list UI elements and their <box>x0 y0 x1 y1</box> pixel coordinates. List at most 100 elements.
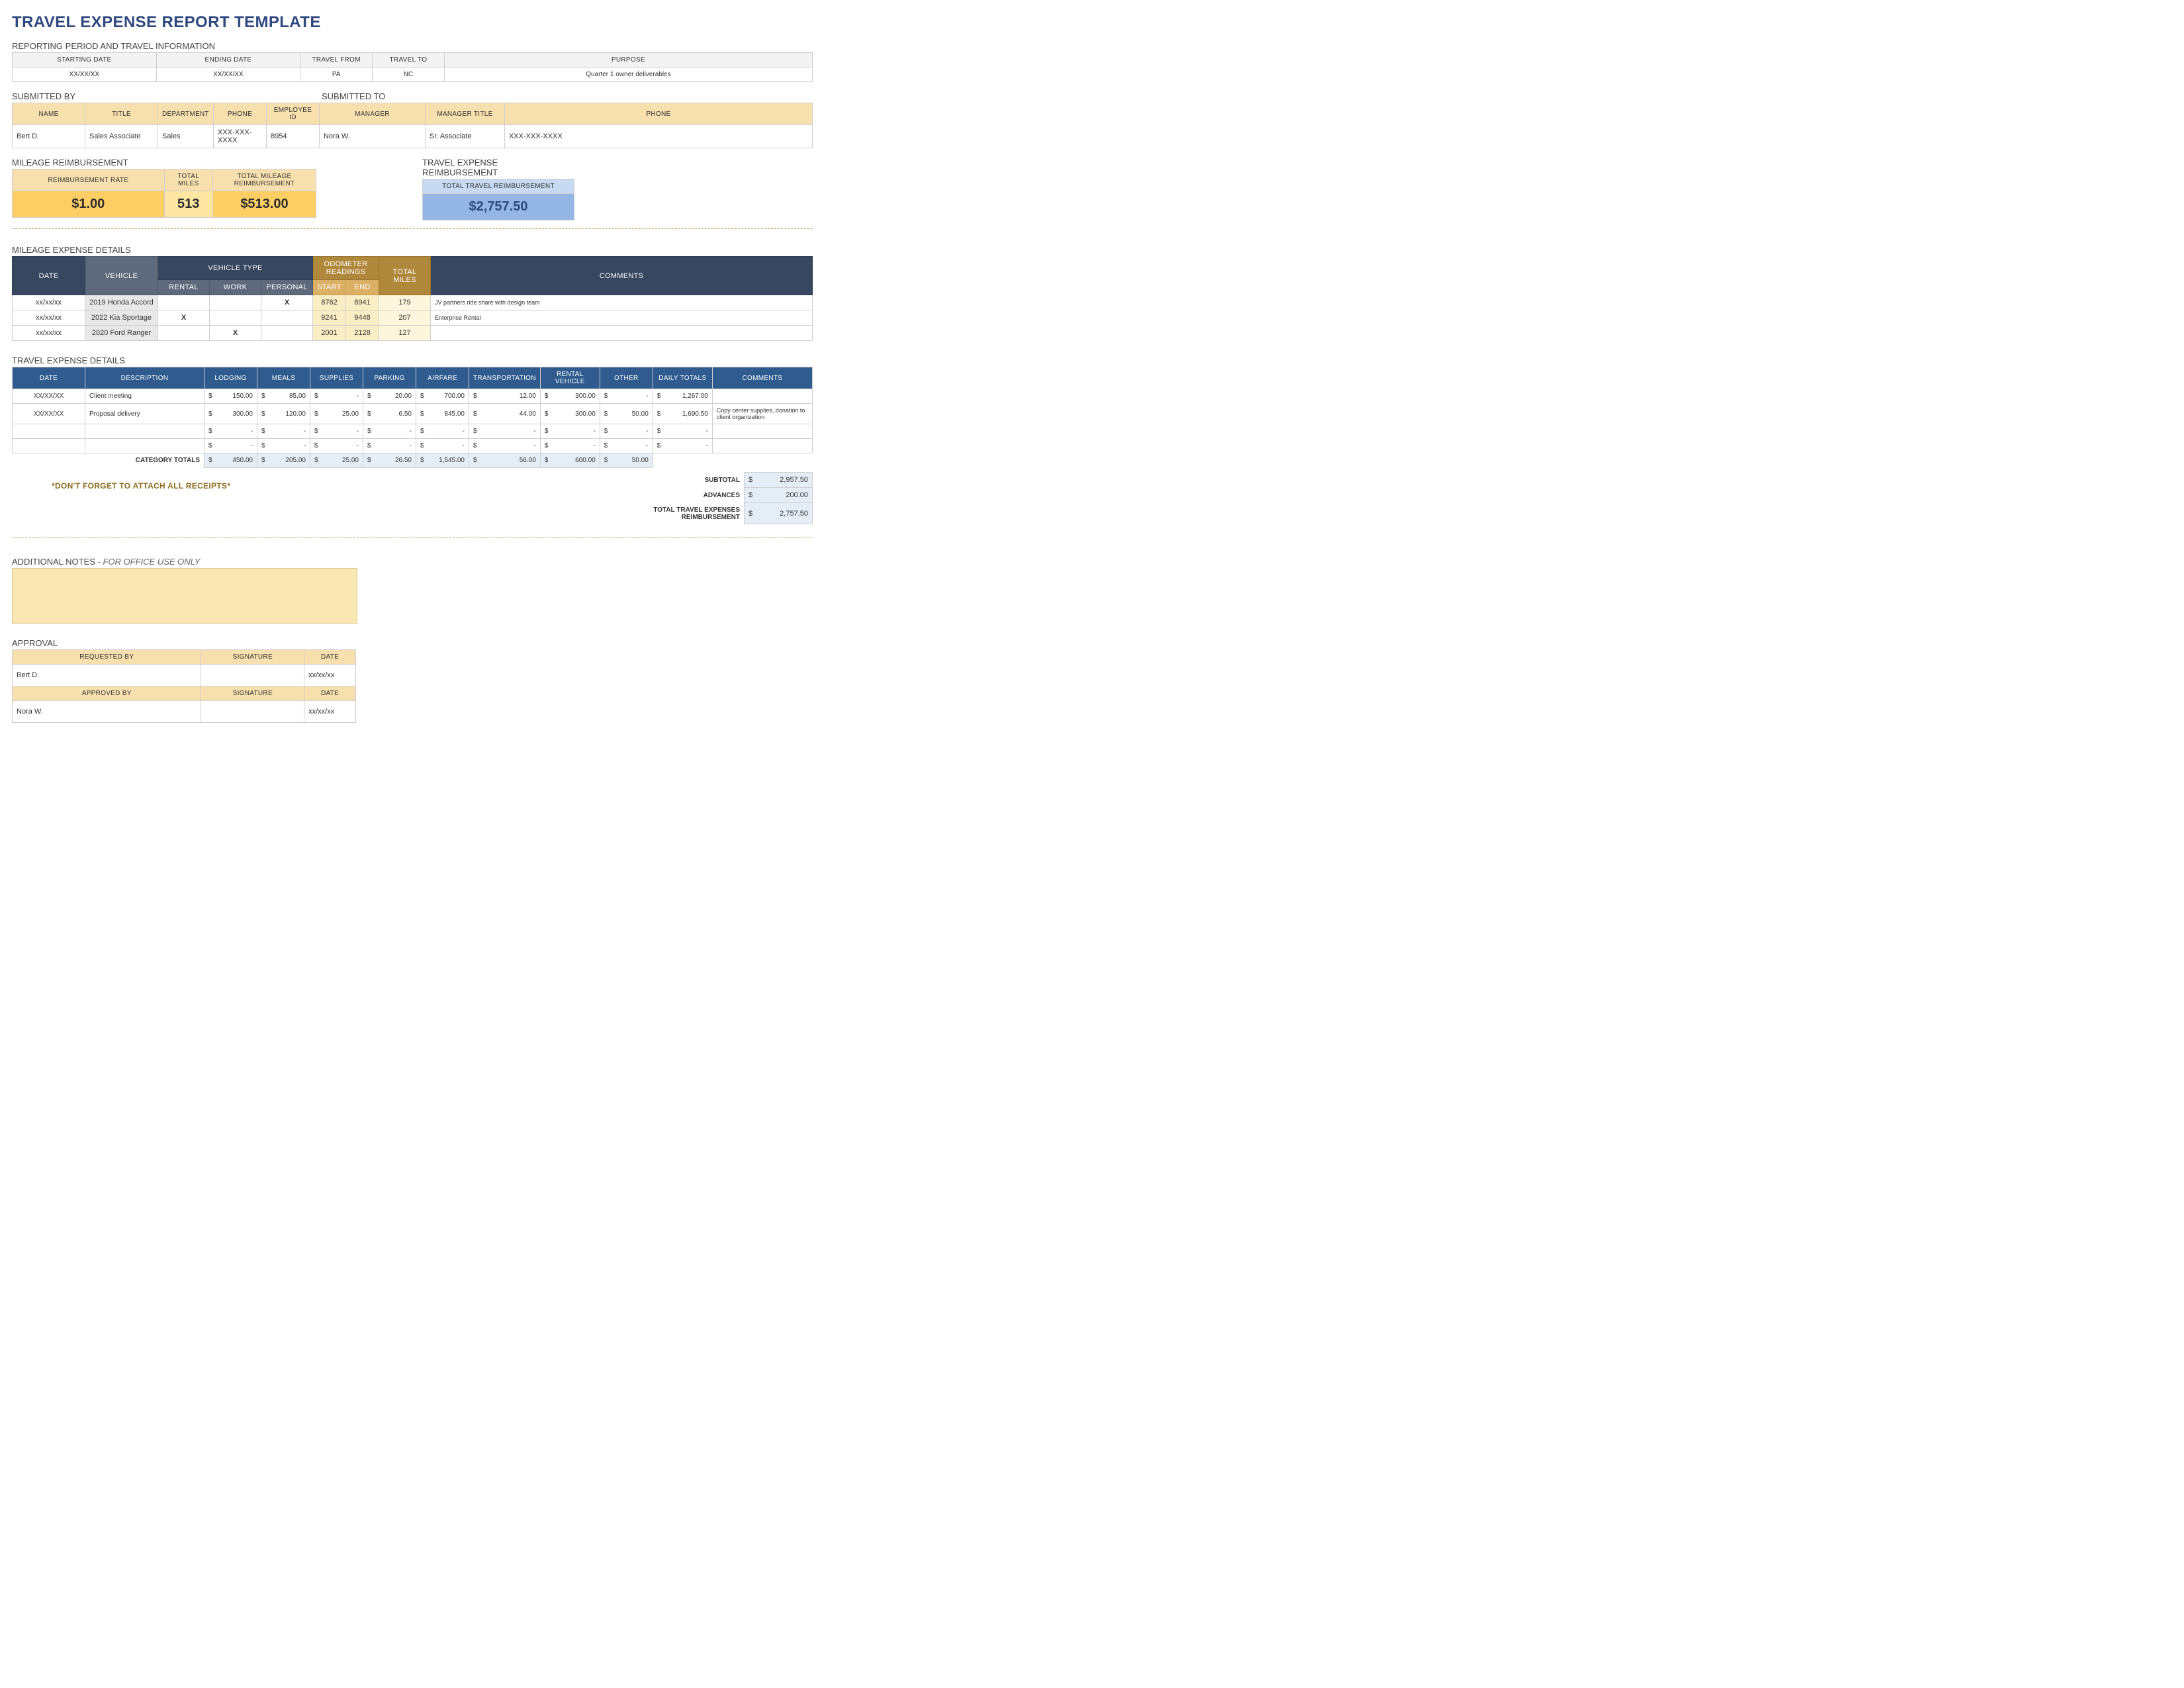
val-end[interactable]: XX/XX/XX <box>156 68 300 82</box>
td-airfare[interactable]: $- <box>416 424 469 439</box>
val-name[interactable]: Bert D. <box>13 125 85 148</box>
td-parking[interactable]: $20.00 <box>363 389 416 404</box>
td-desc[interactable]: Client meeting <box>85 389 205 404</box>
md-personal[interactable] <box>261 310 313 326</box>
md-comments[interactable] <box>431 326 813 341</box>
td-meals[interactable]: $120.00 <box>257 404 310 424</box>
md-rental[interactable] <box>158 326 210 341</box>
advances-label: ADVANCES <box>641 488 745 503</box>
md-work[interactable] <box>210 295 261 310</box>
val-purpose[interactable]: Quarter 1 owner deliverables <box>444 68 812 82</box>
md-start[interactable]: 2001 <box>313 326 346 341</box>
td-date[interactable]: XX/XX/XX <box>13 389 85 404</box>
md-end[interactable]: 9448 <box>346 310 379 326</box>
td-airfare[interactable]: $- <box>416 439 469 453</box>
td-meals[interactable]: $- <box>257 439 310 453</box>
td-other[interactable]: $- <box>600 424 653 439</box>
md-personal[interactable]: X <box>261 295 313 310</box>
td-comments[interactable] <box>712 424 812 439</box>
md-date[interactable]: xx/xx/xx <box>13 295 85 310</box>
td-meals[interactable]: $85.00 <box>257 389 310 404</box>
td-other[interactable]: $- <box>600 389 653 404</box>
md-end[interactable]: 8941 <box>346 295 379 310</box>
td-desc[interactable]: Proposal delivery <box>85 404 205 424</box>
mileage-row: xx/xx/xx2022 Kia SportageX92419448207Ent… <box>13 310 813 326</box>
md-comments[interactable]: JV partners ride share with design team <box>431 295 813 310</box>
td-supplies[interactable]: $25.00 <box>310 404 363 424</box>
td-transport[interactable]: $12.00 <box>469 389 541 404</box>
td-date[interactable] <box>13 439 85 453</box>
md-personal[interactable] <box>261 326 313 341</box>
md-total: 127 <box>379 326 431 341</box>
td-supplies[interactable]: $- <box>310 439 363 453</box>
td-transport[interactable]: $- <box>469 424 541 439</box>
td-supplies[interactable]: $- <box>310 389 363 404</box>
md-end[interactable]: 2128 <box>346 326 379 341</box>
cat-parking: $26.50 <box>363 453 416 468</box>
td-comments[interactable] <box>712 439 812 453</box>
md-rental[interactable] <box>158 295 210 310</box>
val-start[interactable]: XX/XX/XX <box>13 68 157 82</box>
td-other[interactable]: $- <box>600 439 653 453</box>
td-lodging[interactable]: $- <box>205 439 257 453</box>
notes-box[interactable] <box>12 568 357 624</box>
td-rental[interactable]: $- <box>540 424 600 439</box>
td-desc[interactable] <box>85 439 205 453</box>
td-meals[interactable]: $- <box>257 424 310 439</box>
val-mphone[interactable]: XXX-XXX-XXXX <box>504 125 812 148</box>
req-date[interactable]: xx/xx/xx <box>304 665 356 686</box>
td-lodging[interactable]: $- <box>205 424 257 439</box>
td-rental[interactable]: $- <box>540 439 600 453</box>
td-date[interactable]: XX/XX/XX <box>13 404 85 424</box>
req-name[interactable]: Bert D. <box>13 665 201 686</box>
md-date[interactable]: xx/xx/xx <box>13 326 85 341</box>
td-supplies[interactable]: $- <box>310 424 363 439</box>
md-date[interactable]: xx/xx/xx <box>13 310 85 326</box>
td-parking[interactable]: $- <box>363 439 416 453</box>
md-rental[interactable]: X <box>158 310 210 326</box>
val-mtitle[interactable]: Sr. Associate <box>425 125 504 148</box>
val-mgr[interactable]: Nora W. <box>319 125 425 148</box>
td-lodging[interactable]: $150.00 <box>205 389 257 404</box>
td-transport[interactable]: $- <box>469 439 541 453</box>
td-rental[interactable]: $300.00 <box>540 404 600 424</box>
hdr-md-odo: ODOMETER READINGS <box>313 257 379 280</box>
md-vehicle[interactable]: 2020 Ford Ranger <box>85 326 158 341</box>
app-name[interactable]: Nora W. <box>13 701 201 723</box>
td-comments[interactable] <box>712 389 812 404</box>
val-dept[interactable]: Sales <box>158 125 214 148</box>
travel-row: $-$-$-$-$-$-$-$-$- <box>13 424 813 439</box>
hdr-td-date: DATE <box>13 367 85 389</box>
md-start[interactable]: 9241 <box>313 310 346 326</box>
md-vehicle[interactable]: 2019 Honda Accord <box>85 295 158 310</box>
val-ttotal: $2,757.50 <box>423 194 574 220</box>
hdr-md-personal: PERSONAL <box>261 280 313 295</box>
val-title[interactable]: Sales Associate <box>85 125 158 148</box>
md-vehicle[interactable]: 2022 Kia Sportage <box>85 310 158 326</box>
hdr-sig: SIGNATURE <box>201 650 304 665</box>
td-parking[interactable]: $6.50 <box>363 404 416 424</box>
td-comments[interactable]: Copy center supplies, donation to client… <box>712 404 812 424</box>
md-comments[interactable]: Enterprise Rental <box>431 310 813 326</box>
td-desc[interactable] <box>85 424 205 439</box>
td-date[interactable] <box>13 424 85 439</box>
md-work[interactable] <box>210 310 261 326</box>
td-airfare[interactable]: $700.00 <box>416 389 469 404</box>
val-phone[interactable]: XXX-XXX-XXXX <box>213 125 266 148</box>
md-work[interactable]: X <box>210 326 261 341</box>
req-sig[interactable] <box>201 665 304 686</box>
val-from[interactable]: PA <box>300 68 373 82</box>
td-transport[interactable]: $44.00 <box>469 404 541 424</box>
md-start[interactable]: 8762 <box>313 295 346 310</box>
td-other[interactable]: $50.00 <box>600 404 653 424</box>
td-rental[interactable]: $300.00 <box>540 389 600 404</box>
cat-supplies: $25.00 <box>310 453 363 468</box>
val-emp[interactable]: 8954 <box>266 125 319 148</box>
td-lodging[interactable]: $300.00 <box>205 404 257 424</box>
td-airfare[interactable]: $845.00 <box>416 404 469 424</box>
md-total: 179 <box>379 295 431 310</box>
td-parking[interactable]: $- <box>363 424 416 439</box>
app-sig[interactable] <box>201 701 304 723</box>
app-date[interactable]: xx/xx/xx <box>304 701 356 723</box>
val-to[interactable]: NC <box>373 68 445 82</box>
